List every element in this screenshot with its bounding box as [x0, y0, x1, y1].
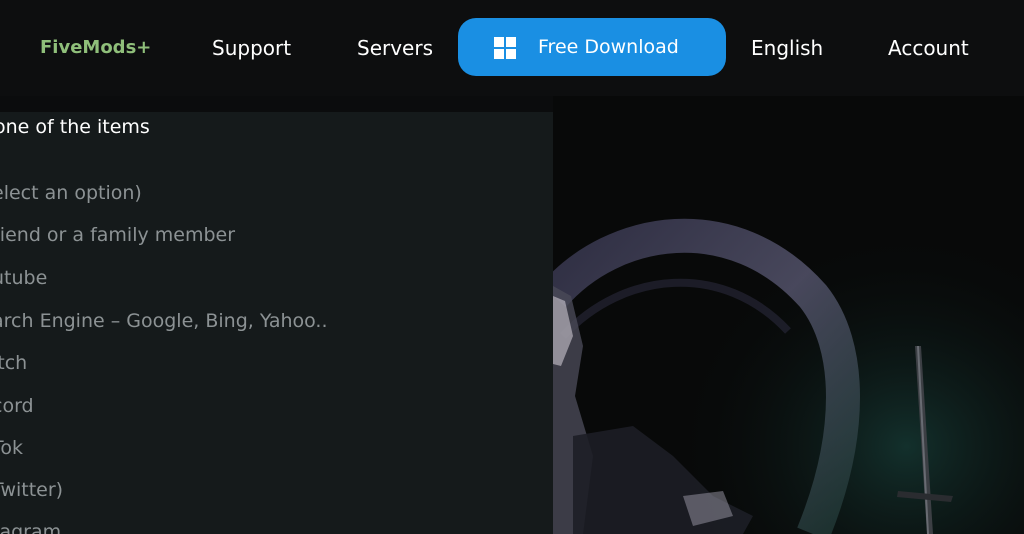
dropdown-option[interactable]: cord [0, 395, 34, 417]
nav-servers[interactable]: Servers [357, 28, 433, 68]
dropdown-option[interactable]: Tok [0, 437, 23, 459]
dropdown-option[interactable]: riend or a family member [0, 224, 235, 246]
top-navigation: FiveMods+ Support Servers Free Download … [0, 0, 1024, 96]
brand-link[interactable]: FiveMods+ [40, 28, 151, 68]
dropdown-option[interactable]: utube [0, 267, 47, 289]
dropdown-option[interactable]: Twitter) [0, 479, 63, 501]
nav-language[interactable]: English [751, 28, 823, 68]
dropdown-option[interactable]: arch Engine – Google, Bing, Yahoo.. [0, 310, 328, 332]
free-download-button[interactable]: Free Download [458, 18, 726, 76]
page: FiveMods+ Support Servers Free Download … [0, 0, 1024, 534]
dropdown-title: one of the items [0, 116, 150, 138]
dropdown-option[interactable]: itch [0, 352, 27, 374]
free-download-label: Free Download [538, 36, 679, 58]
artwork-image [553, 96, 1024, 534]
windows-icon [494, 37, 516, 59]
nav-support[interactable]: Support [212, 28, 291, 68]
nav-account[interactable]: Account [888, 28, 969, 68]
dropdown-option[interactable]: elect an option) [0, 182, 142, 204]
dropdown-option[interactable]: tagram [0, 521, 61, 534]
background-artwork [553, 96, 1024, 534]
source-dropdown-panel: one of the items elect an option) riend … [0, 112, 553, 534]
